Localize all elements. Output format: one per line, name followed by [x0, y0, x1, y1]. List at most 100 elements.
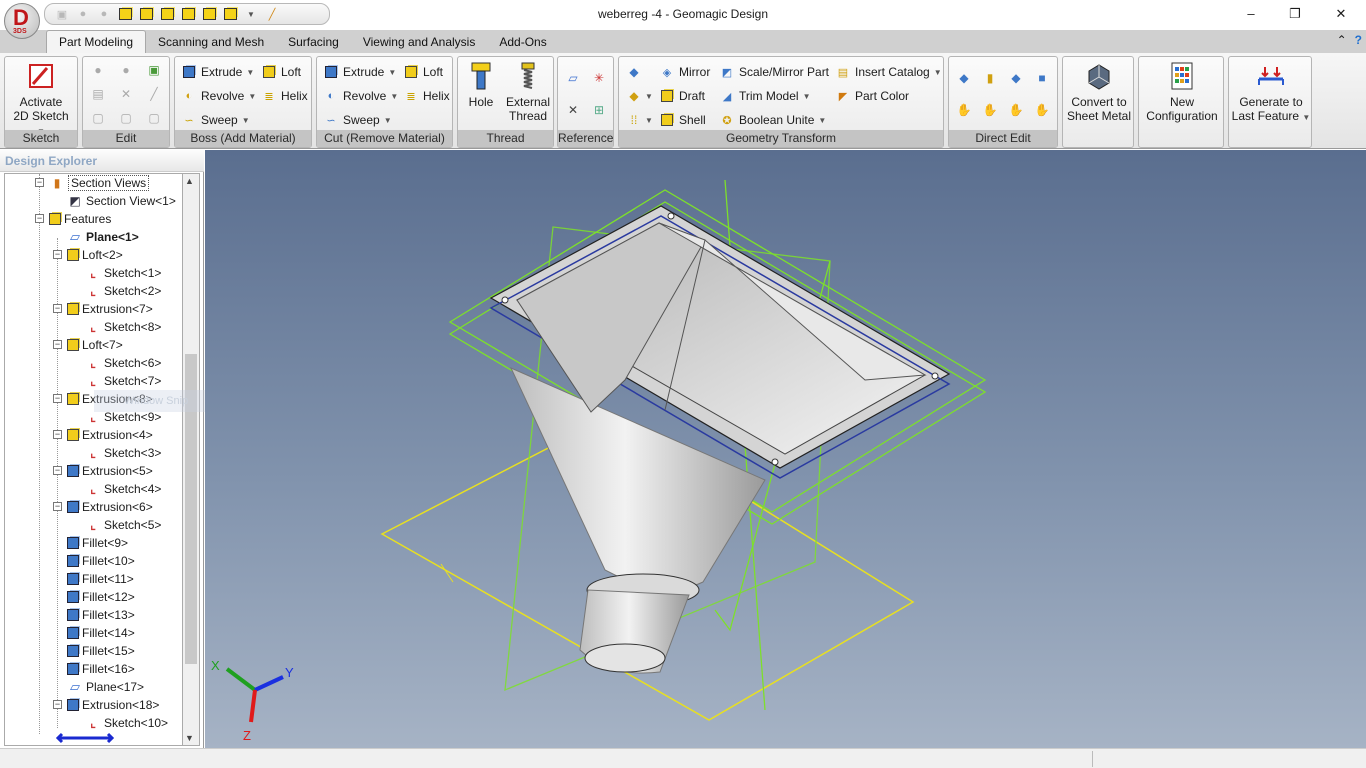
tree-item[interactable]: Extrusion<4>	[67, 426, 153, 444]
duplicate-icon[interactable]: ▢	[117, 109, 135, 127]
axis-icon[interactable]: ✳	[590, 69, 608, 87]
direct-delete-icon[interactable]: ◆	[1007, 69, 1025, 87]
tree-toggle-icon[interactable]: −	[35, 214, 44, 223]
insert-catalog-button[interactable]: ▤ Insert Catalog ▼	[835, 62, 942, 82]
draft-button[interactable]: Draft	[659, 86, 705, 106]
tree-toggle-icon[interactable]: −	[53, 250, 62, 259]
pattern-icon[interactable]: ⁞⁞	[625, 111, 643, 129]
collapse-ribbon-icon[interactable]: ⌃	[1337, 33, 1347, 47]
minimize-button[interactable]: –	[1241, 6, 1261, 21]
tree-item[interactable]: Features	[49, 210, 111, 228]
move-face-icon[interactable]: ◆	[625, 63, 643, 81]
direct-offset-icon[interactable]: ▮	[981, 69, 999, 87]
tree-toggle-icon[interactable]: −	[53, 430, 62, 439]
tree-item[interactable]: Fillet<11>	[67, 570, 134, 588]
tree-item[interactable]: ⌞ Sketch<8>	[85, 318, 161, 336]
tree-item[interactable]: Fillet<13>	[67, 606, 135, 624]
tree-item[interactable]: ▱ Plane<17>	[67, 678, 144, 696]
copy-pages-icon[interactable]: ▢	[145, 109, 163, 127]
hole-button[interactable]: Hole	[462, 60, 500, 109]
tree-toggle-icon[interactable]: −	[53, 502, 62, 511]
tree-scrollbar[interactable]: ▲ ▼	[182, 173, 200, 746]
hand-move-icon[interactable]: ✋	[955, 101, 973, 119]
help-icon[interactable]: ?	[1355, 33, 1362, 47]
tree-toggle-icon[interactable]: −	[53, 466, 62, 475]
trim-model-button[interactable]: ◢ Trim Model ▼	[719, 86, 811, 106]
scroll-up-icon[interactable]: ▲	[185, 176, 194, 186]
tree-toggle-icon[interactable]: −	[53, 340, 62, 349]
tree-item[interactable]: ⌞ Sketch<6>	[85, 354, 161, 372]
boolean-unite-button[interactable]: ✪ Boolean Unite ▼	[719, 110, 826, 130]
delete-icon[interactable]: ✕	[117, 85, 135, 103]
boss-loft-button[interactable]: Loft	[261, 62, 301, 82]
tree-item[interactable]: Extrusion<7>	[67, 300, 153, 318]
cut-icon[interactable]: ●	[89, 61, 107, 79]
part-color-button[interactable]: ◤ Part Color	[835, 86, 909, 106]
convert-to-sheet-metal-button[interactable]: Convert to Sheet Metal	[1065, 60, 1133, 123]
tree-item[interactable]: Fillet<15>	[67, 642, 135, 660]
app-logo[interactable]: D 3DS	[4, 3, 40, 39]
tree-toggle-icon[interactable]: −	[53, 304, 62, 313]
tab-add-ons[interactable]: Add-Ons	[487, 31, 558, 53]
scroll-down-icon[interactable]: ▼	[185, 733, 194, 743]
funnel-model[interactable]	[489, 205, 951, 674]
tree-item[interactable]: Loft<7>	[67, 336, 123, 354]
boss-revolve-button[interactable]: ◐ Revolve ▼	[181, 86, 257, 106]
tree-item[interactable]: ⌞ Sketch<7>	[85, 372, 161, 390]
tab-surfacing[interactable]: Surfacing	[276, 31, 351, 53]
tab-part-modeling[interactable]: Part Modeling	[46, 30, 147, 53]
tree-item[interactable]: Extrusion<6>	[67, 498, 153, 516]
shell-button[interactable]: Shell	[659, 110, 706, 130]
external-thread-button[interactable]: External Thread	[504, 60, 552, 123]
boss-sweep-button[interactable]: ∽ Sweep ▼	[181, 110, 249, 130]
cut-revolve-button[interactable]: ◐ Revolve ▼	[323, 86, 399, 106]
tree-item[interactable]: Loft<2>	[67, 246, 123, 264]
tree-item[interactable]: Fillet<16>	[67, 660, 135, 678]
tree-toggle-icon[interactable]: −	[35, 178, 44, 187]
cut-helix-button[interactable]: ≣ Helix	[403, 86, 449, 106]
direct-move-icon[interactable]: ◆	[955, 69, 973, 87]
coordinate-system-icon[interactable]: ⊞	[590, 101, 608, 119]
properties-icon[interactable]: ▤	[89, 85, 107, 103]
tree-item[interactable]: ▱ Plane<1>	[67, 228, 139, 246]
cut-extrude-button[interactable]: Extrude ▼	[323, 62, 396, 82]
tree-item[interactable]: ⌞ Sketch<4>	[85, 480, 161, 498]
direct-replace-icon[interactable]: ■	[1033, 69, 1051, 87]
tree-toggle-icon[interactable]: −	[53, 700, 62, 709]
tree-item[interactable]: Extrusion<18>	[67, 696, 159, 714]
draft-face-icon[interactable]: ◆	[625, 87, 643, 105]
copy-icon[interactable]: ●	[117, 61, 135, 79]
maximize-button[interactable]: ❐	[1285, 6, 1305, 22]
point-icon[interactable]: ✕	[564, 101, 582, 119]
tree-item[interactable]: ⌞ Sketch<5>	[85, 516, 161, 534]
3d-viewport[interactable]: X Y Z	[205, 150, 1366, 748]
boss-extrude-button[interactable]: Extrude ▼	[181, 62, 254, 82]
tree-item[interactable]: ⌞ Sketch<10>	[85, 714, 168, 732]
tree-item[interactable]: ▮ Section Views	[49, 174, 150, 192]
tree-item[interactable]: ◩ Section View<1>	[67, 192, 176, 210]
activate-2d-sketch-button[interactable]: Activate2D Sketch ▼	[9, 60, 73, 139]
tree-item[interactable]: Fillet<12>	[67, 588, 135, 606]
edit-icon[interactable]: ╱	[145, 85, 163, 103]
tree-item[interactable]: Fillet<10>	[67, 552, 135, 570]
scale-mirror-part-button[interactable]: ◩ Scale/Mirror Part	[719, 62, 829, 82]
close-button[interactable]: ✕	[1331, 6, 1351, 22]
tree-item[interactable]: Fillet<14>	[67, 624, 135, 642]
paste-icon[interactable]: ▣	[145, 61, 163, 79]
new-configuration-button[interactable]: New Configuration	[1141, 60, 1223, 123]
mirror-button[interactable]: ◈ Mirror	[659, 62, 711, 82]
plane-icon[interactable]: ▱	[564, 69, 582, 87]
hand-rotate-icon[interactable]: ✋	[981, 101, 999, 119]
cut-loft-button[interactable]: Loft	[403, 62, 443, 82]
tree-item[interactable]: ⌞ Sketch<2>	[85, 282, 161, 300]
tab-viewing-and-analysis[interactable]: Viewing and Analysis	[351, 31, 488, 53]
tree-item[interactable]: Extrusion<5>	[67, 462, 153, 480]
tab-scanning-and-mesh[interactable]: Scanning and Mesh	[146, 31, 276, 53]
boss-helix-button[interactable]: ≣ Helix	[261, 86, 307, 106]
clipboard-icon[interactable]: ▢	[89, 109, 107, 127]
hand-offset-icon[interactable]: ✋	[1007, 101, 1025, 119]
tree-item[interactable]: Fillet<9>	[67, 534, 128, 552]
tree-toggle-icon[interactable]: −	[53, 394, 62, 403]
cut-sweep-button[interactable]: ∽ Sweep ▼	[323, 110, 391, 130]
model-canvas[interactable]: X Y Z	[205, 150, 1366, 748]
